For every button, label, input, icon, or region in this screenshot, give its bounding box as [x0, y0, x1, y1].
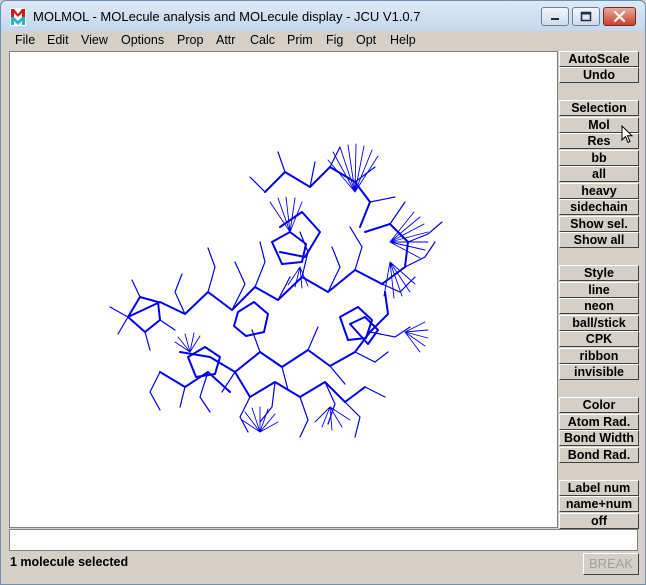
menu-bar: File Edit View Options Prop Attr Calc Pr… [1, 31, 645, 51]
undo-button[interactable]: Undo [559, 67, 639, 83]
selection-button[interactable]: Selection [559, 100, 639, 116]
minimize-button[interactable] [541, 7, 569, 26]
select-all-button[interactable]: all [559, 166, 639, 182]
menu-calc[interactable]: Calc [250, 33, 275, 47]
menu-attr[interactable]: Attr [216, 33, 235, 47]
autoscale-button[interactable]: AutoScale [559, 51, 639, 67]
label-name-num-button[interactable]: name+num [559, 496, 639, 512]
style-ball-stick-button[interactable]: ball/stick [559, 315, 639, 331]
style-ribbon-button[interactable]: ribbon [559, 348, 639, 364]
break-button[interactable]: BREAK [583, 553, 639, 575]
status-message: 1 molecule selected [10, 555, 129, 569]
menu-file[interactable]: File [15, 33, 35, 47]
menu-help[interactable]: Help [390, 33, 416, 47]
command-button-panel: AutoScale Undo Selection Mol Res bb all … [559, 51, 639, 529]
show-sel-button[interactable]: Show sel. [559, 216, 639, 232]
menu-opt[interactable]: Opt [356, 33, 376, 47]
menu-fig[interactable]: Fig [326, 33, 343, 47]
command-input[interactable] [9, 529, 638, 551]
close-button[interactable] [603, 7, 636, 26]
select-sidechain-button[interactable]: sidechain [559, 199, 639, 215]
select-heavy-button[interactable]: heavy [559, 183, 639, 199]
style-invisible-button[interactable]: invisible [559, 364, 639, 380]
atom-rad-button[interactable]: Atom Rad. [559, 414, 639, 430]
menu-prim[interactable]: Prim [287, 33, 313, 47]
menu-prop[interactable]: Prop [177, 33, 203, 47]
molmol-app-icon [10, 8, 26, 26]
show-all-button[interactable]: Show all [559, 232, 639, 248]
style-line-button[interactable]: line [559, 282, 639, 298]
color-button[interactable]: Color [559, 397, 639, 413]
menu-edit[interactable]: Edit [47, 33, 69, 47]
maximize-button[interactable] [572, 7, 600, 26]
maximize-icon [580, 11, 592, 22]
bond-width-button[interactable]: Bond Width [559, 430, 639, 446]
label-off-button[interactable]: off [559, 513, 639, 529]
label-num-button[interactable]: Label num [559, 480, 639, 496]
bond-rad-button[interactable]: Bond Rad. [559, 447, 639, 463]
molecule-structure[interactable] [10, 52, 557, 527]
molecule-display-canvas[interactable] [9, 51, 558, 528]
window-title: MOLMOL - MOLecule analysis and MOLecule … [33, 9, 421, 24]
style-button[interactable]: Style [559, 265, 639, 281]
style-cpk-button[interactable]: CPK [559, 331, 639, 347]
minimize-icon [551, 18, 559, 20]
close-icon [613, 10, 626, 23]
app-window: MOLMOL - MOLecule analysis and MOLecule … [0, 0, 646, 585]
title-bar[interactable]: MOLMOL - MOLecule analysis and MOLecule … [1, 1, 645, 31]
menu-view[interactable]: View [81, 33, 108, 47]
menu-options[interactable]: Options [121, 33, 164, 47]
mouse-cursor-icon [621, 125, 634, 144]
select-bb-button[interactable]: bb [559, 150, 639, 166]
style-neon-button[interactable]: neon [559, 298, 639, 314]
